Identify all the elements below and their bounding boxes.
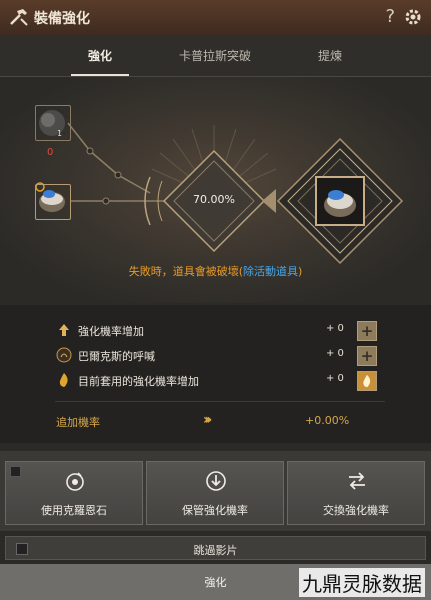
enhance-stage: 1 0 70.00% 失敗時，道具會被破壞(除活動道具) bbox=[0, 77, 431, 303]
window-title: 裝備強化 bbox=[34, 11, 90, 27]
black-stone-slot[interactable] bbox=[35, 105, 71, 141]
tab-enhance[interactable]: 強化 bbox=[40, 36, 160, 76]
checkbox[interactable] bbox=[10, 466, 21, 477]
flame-icon bbox=[363, 374, 371, 388]
add-valks-button[interactable]: + bbox=[357, 346, 377, 366]
hammer-icon bbox=[10, 9, 28, 26]
flame-icon bbox=[59, 373, 68, 387]
skip-video-toggle[interactable]: 跳過影片 bbox=[5, 536, 426, 560]
event-item-link[interactable]: 除活動道具 bbox=[243, 265, 298, 278]
stat-row-valks-cry: 巴爾克斯的呼喊 + 0 + bbox=[56, 346, 386, 366]
tab-refine[interactable]: 提煉 bbox=[270, 36, 390, 76]
crone-stone-icon bbox=[66, 472, 84, 491]
store-enhance-rate-button[interactable]: 保管強化機率 bbox=[146, 461, 284, 525]
divider bbox=[55, 401, 385, 402]
download-icon bbox=[206, 471, 226, 491]
action-bar: 使用克羅恩石 保管強化機率 交換強化機率 bbox=[0, 451, 431, 531]
applied-rate-button[interactable] bbox=[357, 371, 377, 391]
gear-icon[interactable] bbox=[403, 7, 423, 27]
title-bar: 裝備強化 ? bbox=[0, 0, 431, 37]
help-icon[interactable]: ? bbox=[385, 6, 395, 27]
swap-icon bbox=[349, 472, 365, 490]
extra-rate-value: +0.00% bbox=[305, 414, 350, 427]
chevron-right-icon: ››› bbox=[203, 412, 213, 428]
success-rate: 70.00% bbox=[193, 193, 235, 206]
stone-count: 1 bbox=[57, 129, 63, 138]
fail-warning: 失敗時，道具會被破壞(除活動道具) bbox=[128, 265, 303, 278]
valks-icon bbox=[56, 347, 72, 363]
swap-enhance-rate-button[interactable]: 交換強化機率 bbox=[287, 461, 425, 525]
arrow-up-icon bbox=[59, 324, 69, 336]
equipment-slot[interactable] bbox=[35, 184, 71, 220]
active-tab-indicator bbox=[71, 74, 129, 76]
extra-rate-label: 追加機率 bbox=[56, 416, 100, 429]
watermark: 九鼎灵脉数据 bbox=[299, 568, 425, 597]
material-count: 0 bbox=[47, 147, 54, 158]
result-item-slot[interactable] bbox=[316, 177, 364, 225]
stat-row-applied-rate: 目前套用的強化機率增加 + 0 bbox=[56, 371, 386, 391]
tab-kapras-breakthrough[interactable]: 卡普拉斯突破 bbox=[155, 36, 275, 76]
use-crone-stone-button[interactable]: 使用克羅恩石 bbox=[5, 461, 143, 525]
tab-bar: 強化 卡普拉斯突破 提煉 bbox=[0, 36, 431, 77]
add-enhance-rate-button[interactable]: + bbox=[357, 321, 377, 341]
stat-row-enhance-rate: 強化機率增加 + 0 + bbox=[56, 321, 386, 341]
